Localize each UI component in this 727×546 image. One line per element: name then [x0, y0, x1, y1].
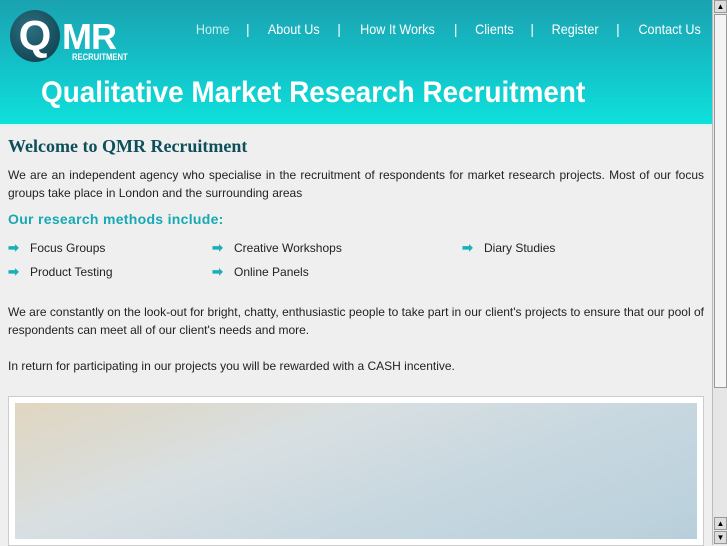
- method-label: Product Testing: [30, 265, 113, 279]
- qmr-logo[interactable]: Q MR RECRUITMENT: [10, 10, 135, 65]
- nav-clients[interactable]: Clients: [475, 21, 514, 37]
- scroll-down-icon[interactable]: ▼: [714, 531, 727, 544]
- arrow-icon: ➡: [8, 264, 19, 279]
- methods-list: ➡ Focus Groups ➡ Creative Workshops ➡ Diary…: [8, 241, 704, 279]
- list-item: ➡ Creative Workshops: [212, 241, 462, 255]
- logo-sub: RECRUITMENT: [72, 52, 128, 62]
- incentive-text: In return for participating in our proje…: [8, 359, 455, 373]
- scroll-up-icon[interactable]: ▲: [714, 517, 727, 530]
- method-label: Diary Studies: [484, 241, 556, 255]
- nav-how-it-works[interactable]: How It Works: [360, 21, 435, 37]
- nav-about-us[interactable]: About Us: [268, 21, 320, 37]
- nav-separator: |: [530, 21, 534, 37]
- feature-image: [8, 396, 704, 546]
- list-item: ➡ Online Panels: [212, 265, 462, 279]
- list-item: ➡ Diary Studies: [462, 241, 702, 255]
- scrollbar[interactable]: ▲ ▲ ▼: [712, 0, 727, 545]
- scroll-thumb[interactable]: [714, 14, 727, 388]
- arrow-icon: ➡: [212, 240, 223, 255]
- nav-separator: |: [337, 21, 341, 37]
- intro-text: We are an independent agency who special…: [8, 168, 704, 200]
- scroll-up-icon[interactable]: ▲: [714, 0, 727, 13]
- nav-separator: |: [453, 21, 458, 37]
- nav-register[interactable]: Register: [552, 21, 599, 37]
- lookout-text: We are constantly on the look-out for br…: [8, 305, 704, 337]
- header: Q MR RECRUITMENT Home | About Us | How It …: [0, 0, 712, 126]
- page-title: Welcome to QMR Recruitment: [8, 136, 248, 156]
- method-label: Focus Groups: [30, 241, 106, 255]
- arrow-icon: ➡: [212, 264, 223, 279]
- method-label: Online Panels: [234, 265, 309, 279]
- needle-thread-image: [15, 403, 697, 539]
- nav-home[interactable]: Home: [196, 21, 230, 37]
- method-label: Creative Workshops: [234, 241, 342, 255]
- list-item: ➡ Product Testing: [8, 265, 212, 279]
- nav-separator: |: [616, 21, 620, 37]
- arrow-icon: ➡: [462, 240, 473, 255]
- arrow-icon: ➡: [8, 240, 19, 255]
- methods-heading: Our research methods include:: [8, 211, 224, 227]
- nav-contact-us[interactable]: Contact Us: [638, 21, 700, 37]
- logo-q: Q: [10, 10, 60, 62]
- main-nav: Home | About Us | How It Works | Clients | R…: [194, 21, 704, 37]
- nav-separator: |: [246, 21, 250, 37]
- banner-title: Qualitative Market Research Recruitment: [41, 76, 586, 109]
- main-content: Welcome to QMR Recruitment We are an ind…: [8, 136, 704, 375]
- list-item: ➡ Focus Groups: [8, 241, 212, 255]
